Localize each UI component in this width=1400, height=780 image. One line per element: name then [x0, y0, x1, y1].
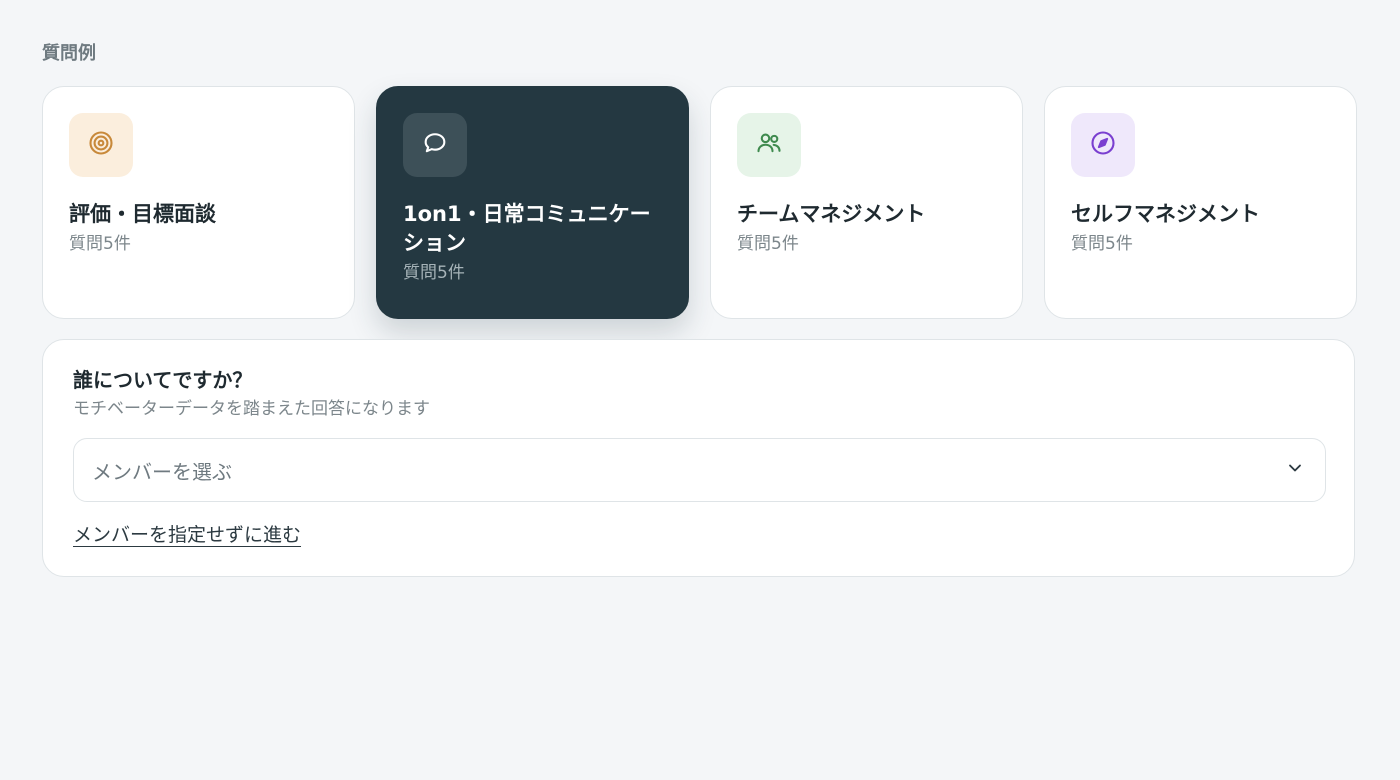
page: 質問例 評価・目標面談 質問5件 1on1・日常コミュニケーション 質問5件 チ…: [0, 0, 1400, 780]
users-icon: [755, 129, 783, 161]
category-title: セルフマネジメント: [1071, 202, 1260, 226]
category-question-count: 質問5件: [69, 234, 131, 254]
question-category-list: 評価・目標面談 質問5件 1on1・日常コミュニケーション 質問5件 チームマネ…: [42, 86, 1357, 319]
chevron-down-icon: [1285, 458, 1305, 482]
category-title: チームマネジメント: [737, 202, 926, 226]
category-icon-box: [403, 113, 467, 177]
category-icon-box: [737, 113, 801, 177]
skip-member-link[interactable]: メンバーを指定せずに進む: [73, 520, 301, 547]
category-icon-box: [1071, 113, 1135, 177]
panel-subtitle: モチベーターデータを踏まえた回答になります: [73, 399, 430, 419]
category-title: 評価・目標面談: [69, 202, 216, 226]
member-select-placeholder: メンバーを選ぶ: [92, 459, 232, 484]
category-card-evaluation[interactable]: 評価・目標面談 質問5件: [42, 86, 355, 319]
category-question-count: 質問5件: [1071, 234, 1133, 254]
category-question-count: 質問5件: [737, 234, 799, 254]
category-question-count: 質問5件: [403, 263, 465, 283]
chat-bubble-icon: [421, 129, 449, 161]
category-card-self-management[interactable]: セルフマネジメント 質問5件: [1044, 86, 1357, 319]
section-label: 質問例: [42, 43, 96, 64]
panel-title: 誰についてですか？: [73, 368, 253, 392]
compass-icon: [1089, 129, 1117, 161]
member-select-dropdown[interactable]: メンバーを選ぶ: [73, 438, 1326, 502]
target-icon: [87, 129, 115, 161]
category-title: 1on1・日常コミュニケーション: [403, 202, 651, 255]
member-select-panel: 誰についてですか？ モチベーターデータを踏まえた回答になります メンバーを選ぶ …: [42, 339, 1355, 577]
category-icon-box: [69, 113, 133, 177]
category-card-team-management[interactable]: チームマネジメント 質問5件: [710, 86, 1023, 319]
category-card-1on1[interactable]: 1on1・日常コミュニケーション 質問5件: [376, 86, 689, 319]
